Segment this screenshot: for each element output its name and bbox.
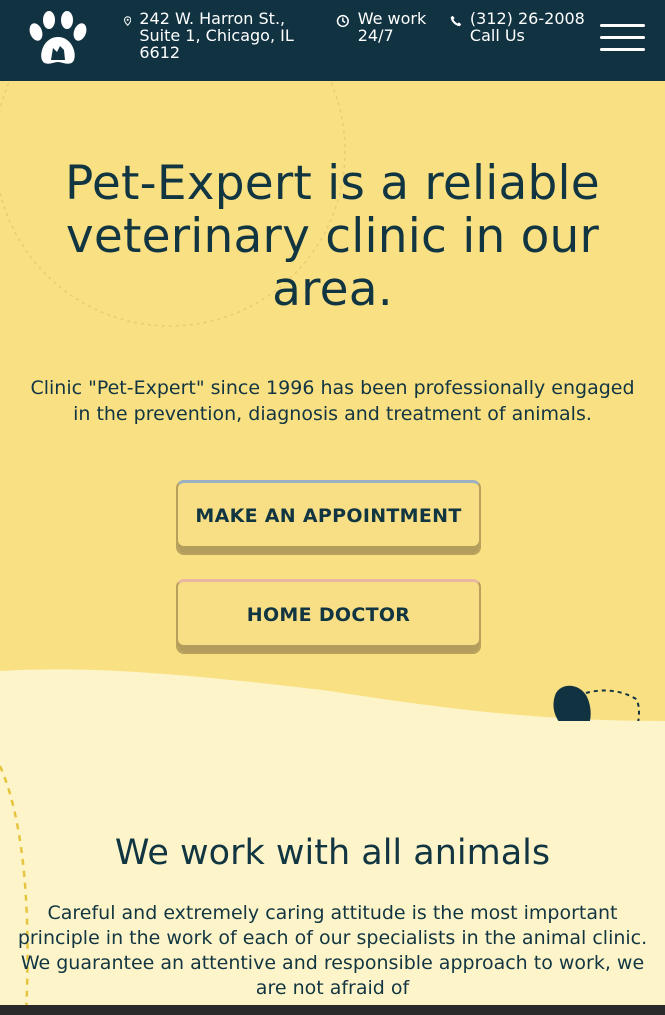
header-phone[interactable]: (312) 26-2008 Call Us bbox=[450, 10, 600, 44]
paw-pets-logo[interactable] bbox=[27, 10, 89, 68]
header-hours: We work 24/7 bbox=[336, 10, 446, 44]
home-doctor-button[interactable]: HOME DOCTOR bbox=[176, 579, 481, 654]
map-pin-icon bbox=[124, 16, 132, 26]
header-address[interactable]: 242 W. Harron St., Suite 1, Chicago, IL … bbox=[124, 10, 324, 61]
hero-section: Pet-Expert is a reliable veterinary clin… bbox=[0, 81, 665, 721]
bottom-bar bbox=[0, 1005, 665, 1015]
address-text: 242 W. Harron St., Suite 1, Chicago, IL … bbox=[139, 9, 294, 62]
animals-section: We work with all animals Careful and ext… bbox=[0, 721, 665, 1015]
clock-icon bbox=[336, 14, 349, 28]
make-appointment-button[interactable]: MAKE AN APPOINTMENT bbox=[176, 480, 481, 555]
section-title: We work with all animals bbox=[114, 833, 551, 873]
hamburger-menu-icon[interactable] bbox=[600, 24, 645, 52]
site-header: 242 W. Harron St., Suite 1, Chicago, IL … bbox=[0, 0, 665, 81]
phone-icon bbox=[450, 15, 462, 27]
section-body-text: Careful and extremely caring attitude is… bbox=[17, 902, 648, 999]
phone-text: (312) 26-2008 Call Us bbox=[469, 9, 585, 45]
hero-title: Pet-Expert is a reliable veterinary clin… bbox=[65, 156, 600, 317]
hours-text: We work 24/7 bbox=[357, 9, 427, 45]
hero-lead-text: Clinic "Pet-Expert" since 1996 has been … bbox=[30, 377, 635, 425]
